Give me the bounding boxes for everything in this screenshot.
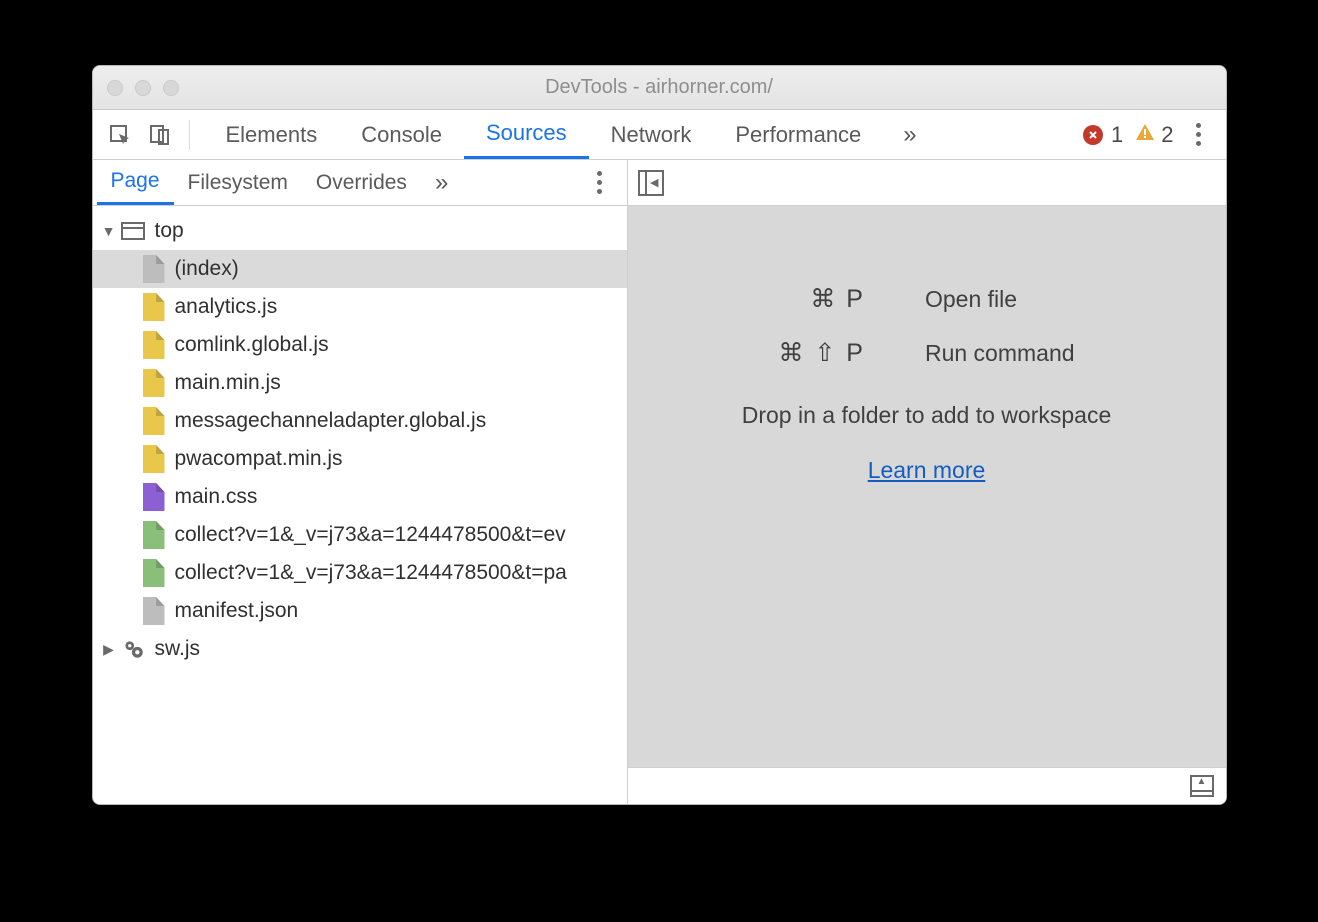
warning-icon bbox=[1135, 122, 1155, 148]
tree-file-row[interactable]: main.css bbox=[93, 478, 627, 516]
tab-sources[interactable]: Sources bbox=[464, 110, 589, 159]
file-name: messagechanneladapter.global.js bbox=[175, 409, 487, 433]
content-area: Page Filesystem Overrides » ▼ top (index… bbox=[93, 160, 1226, 804]
tabs-overflow-icon[interactable]: » bbox=[883, 121, 936, 149]
frame-icon bbox=[121, 222, 145, 240]
tab-separator bbox=[189, 120, 190, 150]
main-tabstrip: Elements Console Sources Network Perform… bbox=[93, 110, 1226, 160]
file-icon bbox=[143, 483, 165, 511]
learn-more-link[interactable]: Learn more bbox=[868, 457, 986, 484]
service-worker-icon bbox=[119, 636, 147, 662]
file-name: comlink.global.js bbox=[175, 333, 329, 357]
collapse-navigator-icon[interactable] bbox=[638, 170, 664, 196]
expand-arrow-right-icon[interactable]: ▶ bbox=[101, 641, 117, 658]
file-icon bbox=[143, 369, 165, 397]
file-icon bbox=[143, 597, 165, 625]
subtab-filesystem[interactable]: Filesystem bbox=[174, 160, 302, 205]
tree-file-row[interactable]: collect?v=1&_v=j73&a=1244478500&t=pa bbox=[93, 554, 627, 592]
file-name: analytics.js bbox=[175, 295, 278, 319]
run-command-keys: ⌘ ⇧ P bbox=[778, 338, 865, 368]
editor-toolbar bbox=[628, 160, 1226, 206]
open-file-keys: ⌘ P bbox=[778, 284, 865, 314]
navigator-menu-icon[interactable] bbox=[583, 171, 617, 194]
tree-file-row[interactable]: comlink.global.js bbox=[93, 326, 627, 364]
error-icon bbox=[1083, 125, 1103, 145]
file-name: main.min.js bbox=[175, 371, 281, 395]
tree-label: top bbox=[155, 219, 184, 243]
titlebar: DevTools - airhorner.com/ bbox=[93, 66, 1226, 110]
editor-footer bbox=[628, 768, 1226, 804]
navigator-tabstrip: Page Filesystem Overrides » bbox=[93, 160, 627, 206]
file-name: main.css bbox=[175, 485, 258, 509]
drawer-toggle-icon[interactable] bbox=[1190, 775, 1214, 797]
expand-arrow-down-icon[interactable]: ▼ bbox=[101, 223, 117, 239]
file-name: collect?v=1&_v=j73&a=1244478500&t=pa bbox=[175, 561, 567, 585]
tab-console[interactable]: Console bbox=[339, 110, 464, 159]
device-toggle-icon[interactable] bbox=[143, 118, 177, 152]
file-icon bbox=[143, 255, 165, 283]
tree-label: sw.js bbox=[155, 637, 201, 661]
tree-file-row[interactable]: (index) bbox=[93, 250, 627, 288]
tab-performance[interactable]: Performance bbox=[713, 110, 883, 159]
tree-file-row[interactable]: pwacompat.min.js bbox=[93, 440, 627, 478]
drop-folder-text: Drop in a folder to add to workspace bbox=[742, 402, 1111, 429]
settings-menu-icon[interactable] bbox=[1182, 123, 1216, 146]
tree-file-row[interactable]: main.min.js bbox=[93, 364, 627, 402]
file-name: (index) bbox=[175, 257, 239, 281]
file-name: collect?v=1&_v=j73&a=1244478500&t=ev bbox=[175, 523, 566, 547]
editor-pane: ⌘ P Open file ⌘ ⇧ P Run command Drop in … bbox=[628, 160, 1226, 804]
tree-file-row[interactable]: manifest.json bbox=[93, 592, 627, 630]
file-icon bbox=[143, 331, 165, 359]
file-icon bbox=[143, 559, 165, 587]
editor-placeholder[interactable]: ⌘ P Open file ⌘ ⇧ P Run command Drop in … bbox=[628, 206, 1226, 768]
file-icon bbox=[143, 445, 165, 473]
tree-file-row[interactable]: collect?v=1&_v=j73&a=1244478500&t=ev bbox=[93, 516, 627, 554]
run-command-label: Run command bbox=[925, 340, 1075, 367]
file-icon bbox=[143, 407, 165, 435]
navigator-pane: Page Filesystem Overrides » ▼ top (index… bbox=[93, 160, 628, 804]
subtab-page[interactable]: Page bbox=[97, 160, 174, 205]
tree-file-row[interactable]: analytics.js bbox=[93, 288, 627, 326]
issue-counts[interactable]: 1 2 bbox=[1083, 122, 1174, 148]
tree-file-row[interactable]: messagechanneladapter.global.js bbox=[93, 402, 627, 440]
error-count: 1 bbox=[1111, 122, 1123, 148]
file-icon bbox=[143, 293, 165, 321]
shortcuts: ⌘ P Open file ⌘ ⇧ P Run command bbox=[778, 284, 1074, 368]
tree-node-top[interactable]: ▼ top bbox=[93, 212, 627, 250]
tab-network[interactable]: Network bbox=[589, 110, 714, 159]
tab-elements[interactable]: Elements bbox=[204, 110, 340, 159]
subtabs-overflow-icon[interactable]: » bbox=[421, 169, 462, 197]
warning-count: 2 bbox=[1161, 122, 1173, 148]
open-file-label: Open file bbox=[925, 286, 1075, 313]
file-tree: ▼ top (index) analytics.js comlink.global.… bbox=[93, 206, 627, 804]
subtab-overrides[interactable]: Overrides bbox=[302, 160, 421, 205]
file-icon bbox=[143, 521, 165, 549]
file-name: pwacompat.min.js bbox=[175, 447, 343, 471]
file-name: manifest.json bbox=[175, 599, 299, 623]
tree-node-sw[interactable]: ▶ sw.js bbox=[93, 630, 627, 668]
window-title: DevTools - airhorner.com/ bbox=[93, 76, 1226, 99]
devtools-window: DevTools - airhorner.com/ Elements Conso… bbox=[92, 65, 1227, 805]
inspect-icon[interactable] bbox=[103, 118, 137, 152]
